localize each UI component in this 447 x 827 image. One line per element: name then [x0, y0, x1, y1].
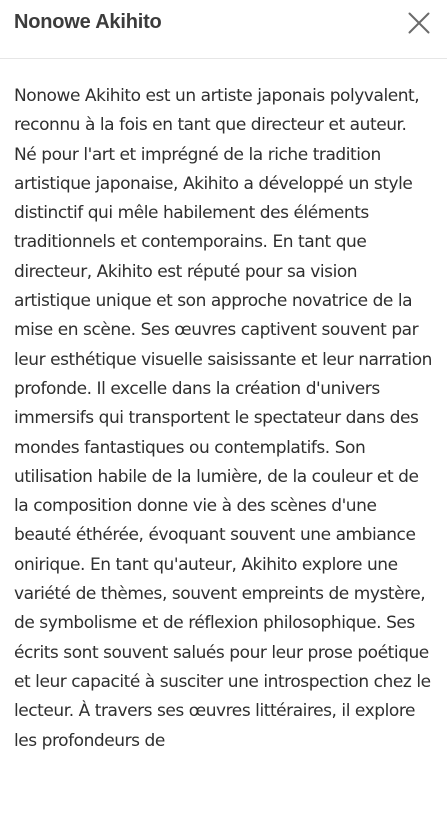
close-icon — [408, 12, 430, 34]
panel-header: Nonowe Akihito — [0, 0, 447, 59]
description-text: Nonowe Akihito est un artiste japonais p… — [14, 86, 433, 751]
detail-panel: Nonowe Akihito Nonowe Akihito est un art… — [0, 0, 447, 827]
description-content: Nonowe Akihito est un artiste japonais p… — [14, 82, 433, 756]
close-button[interactable] — [404, 8, 434, 38]
page-title: Nonowe Akihito — [14, 11, 162, 33]
